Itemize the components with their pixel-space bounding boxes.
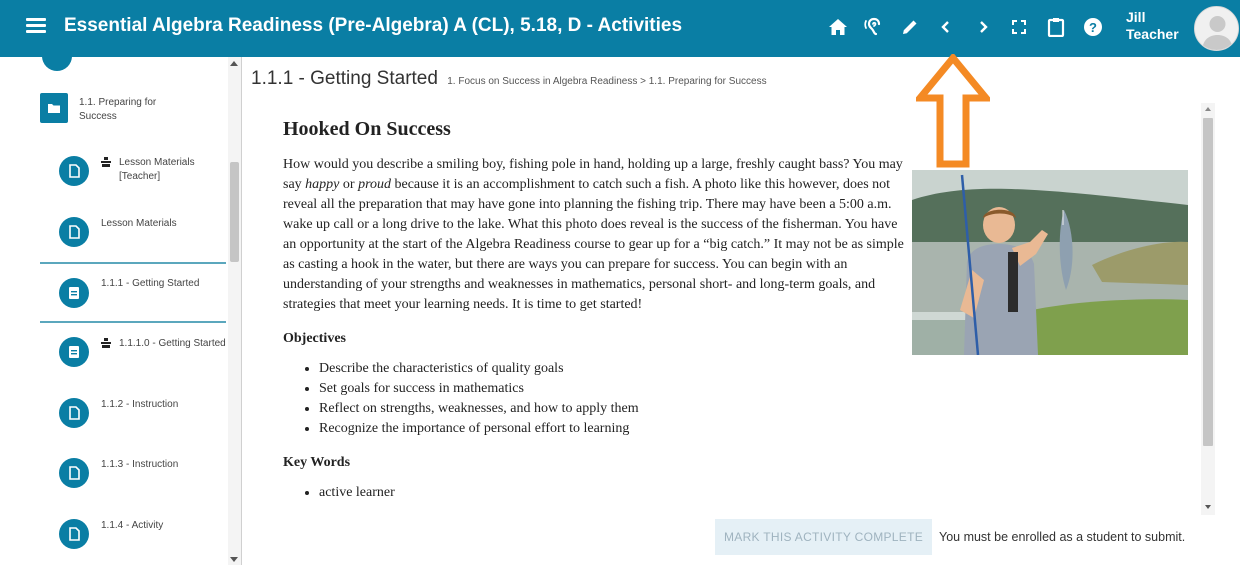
- home-icon[interactable]: [825, 14, 851, 40]
- intro-paragraph: How would you describe a smiling boy, fi…: [283, 157, 904, 312]
- enrollment-note: You must be enrolled as a student to sub…: [939, 530, 1186, 544]
- sidebar-item-label: 1.1.3 - Instruction: [101, 459, 179, 470]
- fullscreen-icon[interactable]: [1006, 14, 1032, 40]
- sidebar-item-lesson-materials-teacher[interactable]: Lesson Materials [Teacher]: [0, 150, 228, 210]
- avatar[interactable]: [1194, 6, 1239, 51]
- chevron-right-icon[interactable]: [970, 14, 996, 40]
- file-icon: [59, 458, 89, 488]
- page-icon: [59, 278, 89, 308]
- sidebar-item-1-1-3-instruction[interactable]: 1.1.3 - Instruction: [0, 453, 228, 513]
- sidebar-item-label: 1.1.4 - Activity: [101, 520, 164, 531]
- sidebar-folder-label: 1.1. Preparing for Success: [79, 97, 157, 122]
- objectives-list: Describe the characteristics of quality …: [319, 359, 908, 439]
- scroll-down-arrow-icon[interactable]: [230, 557, 238, 562]
- svg-text:?: ?: [1089, 20, 1097, 35]
- course-outline-sidebar: 1.1. Preparing for Success Lesson Materi…: [0, 57, 242, 565]
- sidebar-scrollbar-thumb[interactable]: [230, 162, 239, 262]
- chevron-left-icon[interactable]: [933, 14, 959, 40]
- scroll-up-arrow-icon[interactable]: [1205, 107, 1211, 111]
- mark-activity-complete-button[interactable]: MARK THIS ACTIVITY COMPLETE: [715, 519, 932, 555]
- teacher-icon: [101, 157, 111, 167]
- sidebar-item-label: 1.1.2 - Instruction: [101, 399, 179, 410]
- user-silhouette-icon: [1195, 7, 1238, 50]
- teacher-icon: [101, 338, 111, 348]
- key-words-list: active learner: [319, 483, 908, 503]
- list-item: Set goals for success in mathematics: [319, 379, 908, 399]
- scroll-up-arrow-icon[interactable]: [230, 61, 238, 66]
- sidebar-item-label: 1.1.1.0 - Getting Started: [119, 338, 226, 349]
- user-name[interactable]: Jill Teacher: [1126, 9, 1186, 43]
- sidebar-item-1-1-2-instruction[interactable]: 1.1.2 - Instruction: [0, 393, 228, 453]
- menu-icon[interactable]: [26, 18, 46, 34]
- activity-title: 1.1.1 - Getting Started: [251, 68, 438, 89]
- list-item: active learner: [319, 483, 908, 503]
- sidebar-item-1-1-4-activity[interactable]: 1.1.4 - Activity: [0, 514, 228, 565]
- objectives-heading: Objectives: [283, 331, 346, 346]
- file-icon: [59, 217, 89, 247]
- sidebar-item-1-1-1-0-getting-started[interactable]: 1.1.1.0 - Getting Started: [0, 331, 228, 391]
- fishing-boy-photo: [912, 170, 1188, 355]
- scroll-down-arrow-icon[interactable]: [1205, 505, 1211, 509]
- file-icon: [59, 398, 89, 428]
- selected-item-top-border: [40, 262, 226, 264]
- page-icon: [59, 337, 89, 367]
- pencil-icon[interactable]: [897, 14, 923, 40]
- top-app-bar: Essential Algebra Readiness (Pre-Algebra…: [0, 0, 1240, 57]
- app-title: Essential Algebra Readiness (Pre-Algebra…: [64, 15, 683, 36]
- file-icon: [59, 519, 89, 549]
- key-words-heading: Key Words: [283, 455, 351, 470]
- list-item: Describe the characteristics of quality …: [319, 359, 908, 379]
- selected-item-bottom-border: [40, 321, 226, 323]
- list-item: Reflect on strengths, weaknesses, and ho…: [319, 399, 908, 419]
- content-scrollbar-thumb[interactable]: [1203, 118, 1213, 446]
- help-icon[interactable]: ?: [1080, 14, 1106, 40]
- sidebar-item-label: Lesson Materials: [101, 218, 177, 229]
- user-last-name: Teacher: [1126, 26, 1179, 42]
- sidebar-scrollbar[interactable]: [228, 57, 241, 565]
- list-item: Recognize the importance of personal eff…: [319, 419, 908, 439]
- file-icon: [59, 156, 89, 186]
- folder-icon: [40, 93, 68, 123]
- annotation-up-arrow-icon: [916, 54, 990, 168]
- content-heading: Hooked On Success: [283, 118, 451, 140]
- user-first-name: Jill: [1126, 9, 1146, 25]
- activity-content: Hooked On Success How would you describe…: [283, 118, 908, 503]
- clipboard-icon[interactable]: [1043, 14, 1069, 40]
- sidebar-item-label: 1.1.1 - Getting Started: [101, 278, 200, 289]
- page-title: 1.1.1 - Getting Started 1. Focus on Succ…: [251, 68, 767, 90]
- ear-icon[interactable]: [860, 14, 886, 40]
- outline-node-icon[interactable]: [42, 57, 72, 71]
- breadcrumb: 1. Focus on Success in Algebra Readiness…: [447, 76, 767, 87]
- sidebar-item-label: Lesson Materials [Teacher]: [119, 157, 195, 182]
